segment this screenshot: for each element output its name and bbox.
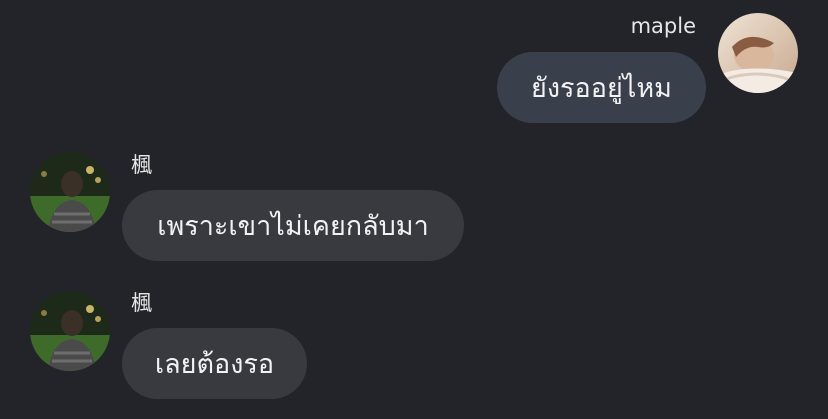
avatar[interactable] bbox=[718, 13, 798, 93]
avatar[interactable] bbox=[30, 152, 110, 232]
message-bubble[interactable]: เพราะเขาไม่เคยกลับมา bbox=[122, 190, 464, 261]
message-text: เลยต้องรอ bbox=[154, 349, 275, 380]
sender-name: maple bbox=[630, 14, 696, 38]
profile-photo-icon bbox=[30, 152, 110, 232]
message-bubble[interactable]: ยังรออยู่ไหม bbox=[497, 52, 706, 123]
chat-thread: maple ยังรออยู่ไหม 楓 เพราะเขาไม่เคยกลับม… bbox=[0, 0, 828, 419]
profile-photo-icon bbox=[30, 291, 110, 371]
message-text: เพราะเขาไม่เคยกลับมา bbox=[157, 211, 429, 242]
sender-name: 楓 bbox=[131, 153, 152, 177]
message-bubble[interactable]: เลยต้องรอ bbox=[122, 328, 307, 399]
avatar[interactable] bbox=[30, 291, 110, 371]
profile-photo-icon bbox=[718, 13, 798, 93]
sender-name: 楓 bbox=[131, 291, 152, 315]
message-text: ยังรออยู่ไหม bbox=[531, 73, 672, 104]
